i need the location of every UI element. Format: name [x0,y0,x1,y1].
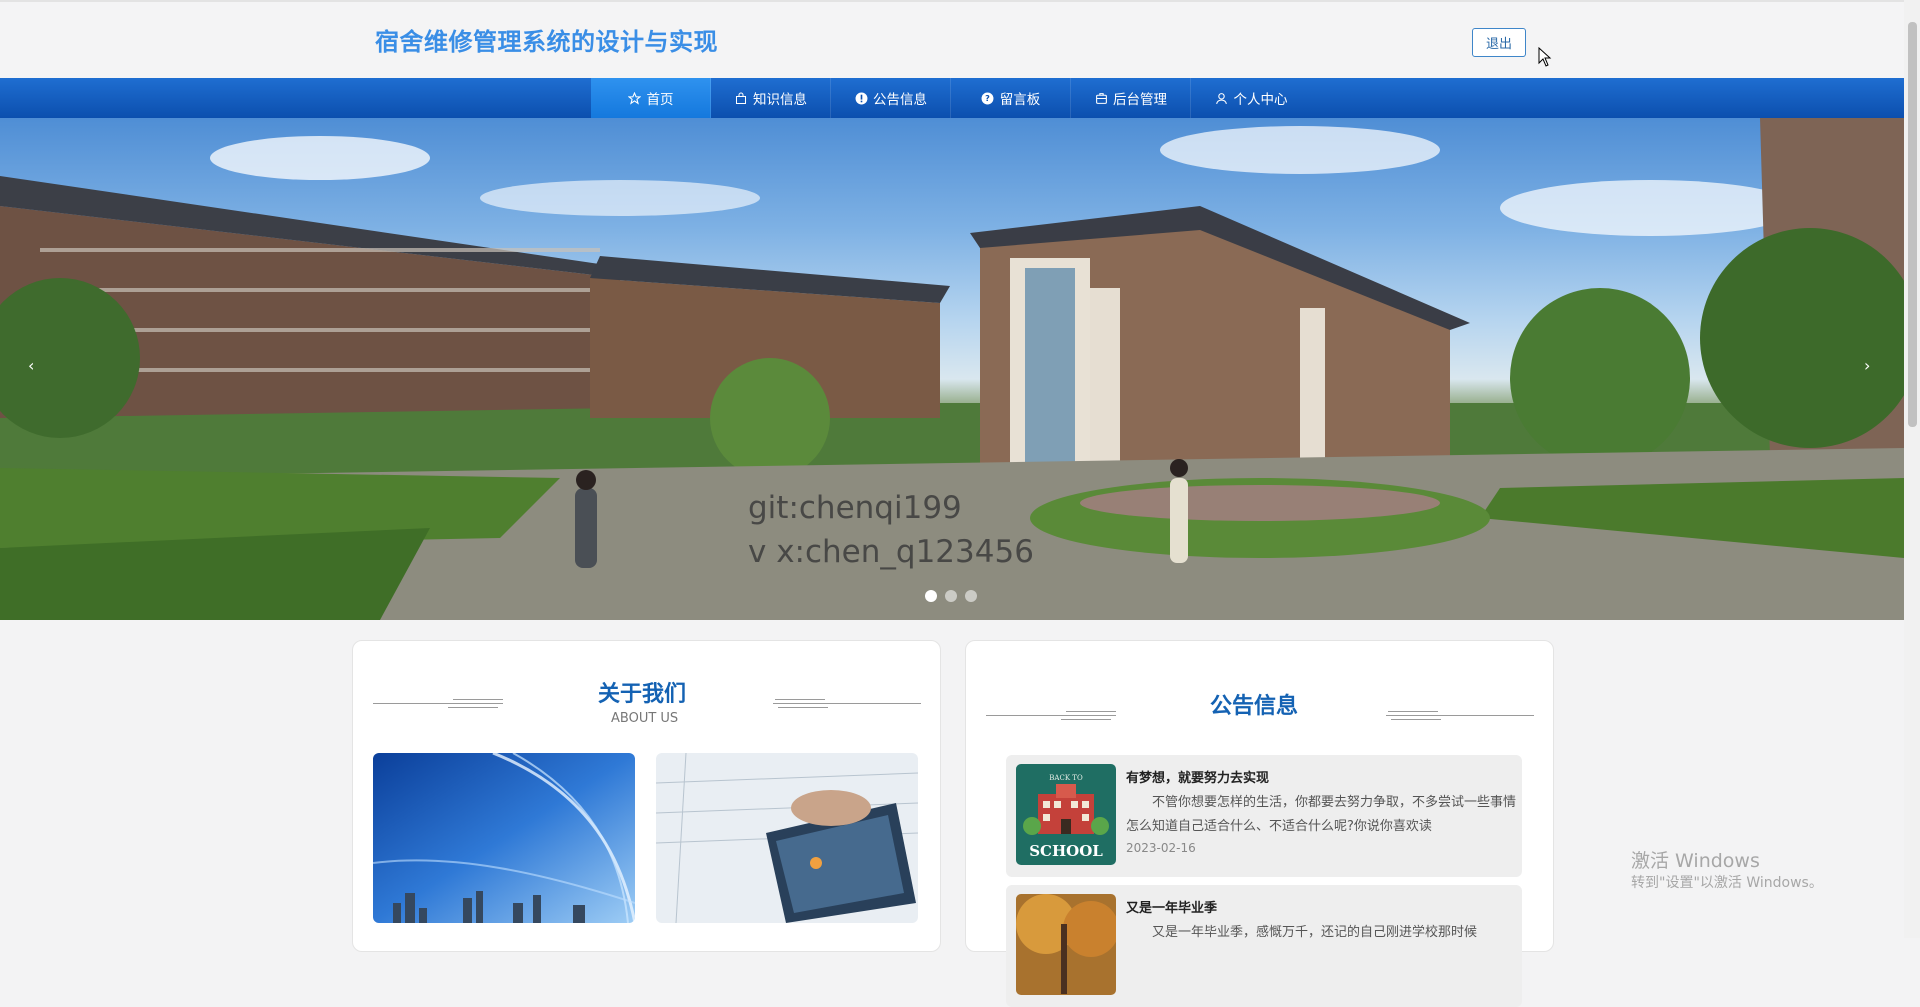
about-title: 关于我们 [598,682,687,707]
notice-item-title[interactable]: 又是一年毕业季 [1126,897,1217,916]
about-image-tablet [656,753,918,923]
notice-section: 公告信息 BACK TO SCHOOL 有梦想，就要努力去实现 不管你想要怎样的… [965,640,1554,1007]
about-image-blue [373,753,635,923]
notice-thumbnail: BACK TO SCHOOL [1016,764,1116,865]
divider [773,703,921,704]
notice-item-text: 不管你想要怎样的生活，你都要去努力争取，不多尝试一些事情怎么知道自己适合什么、不… [1126,795,1517,834]
nav-item-admin[interactable]: 后台管理 [1071,78,1191,118]
banner-watermark-git: git:chenqi199 [748,490,962,526]
nav-item-home[interactable]: 首页 [591,78,711,118]
divider [775,699,825,700]
carousel-dot[interactable] [925,590,937,602]
banner-watermark-wechat: v x:chen_q123456 [748,534,1034,570]
nav-item-notice[interactable]: 公告信息 [831,78,951,118]
briefcase-icon [1094,91,1108,105]
divider [986,715,1116,716]
divider [1388,711,1438,712]
nav-label: 首页 [646,92,674,108]
divider [1391,719,1441,720]
question-icon: ? [981,91,995,105]
carousel-next-button[interactable]: › [1864,356,1870,375]
divider [448,707,498,708]
nav-label: 个人中心 [1233,92,1288,108]
page-scrollbar[interactable] [1904,0,1920,938]
site-header: 宿舍维修管理系统的设计与实现 退出 [0,0,1904,80]
notice-item-title[interactable]: 有梦想，就要努力去实现 [1126,767,1269,786]
logout-button[interactable]: 退出 [1472,28,1526,57]
windows-activation-hint: 转到"设置"以激活 Windows。 [1631,875,1823,891]
nav-item-knowledge[interactable]: 知识信息 [711,78,831,118]
carousel-prev-button[interactable]: ‹ [28,356,34,375]
notice-item-date: 2023-02-16 [1126,841,1196,855]
thumb-caption: BACK TO [1049,774,1083,782]
info-icon [854,91,868,105]
nav-item-messages[interactable]: ? 留言板 [951,78,1071,118]
bag-icon [734,91,748,105]
divider [1066,711,1116,712]
star-icon [628,91,642,105]
divider [1061,719,1111,720]
divider [373,703,503,704]
nav-label: 公告信息 [873,92,927,108]
carousel-dot[interactable] [965,590,977,602]
nav-label: 后台管理 [1113,92,1167,108]
carousel-dot[interactable] [945,590,957,602]
nav-label: 留言板 [999,92,1041,108]
carousel-indicators [925,590,977,602]
thumb-title: SCHOOL [1029,842,1103,860]
scrollbar-thumb[interactable] [1908,22,1917,427]
main-nav: 首页 知识信息 公告信息 ? 留言板 后台管理 个人中心 [0,78,1904,118]
notice-item[interactable]: 又是一年毕业季 又是一年毕业季，感慨万千，还记的自己刚进学校那时候 [1006,885,1522,1007]
divider [1386,715,1534,716]
notice-item-text: 又是一年毕业季，感慨万千，还记的自己刚进学校那时候 [1152,925,1478,940]
mouse-cursor-icon [1538,47,1552,67]
nav-item-profile[interactable]: 个人中心 [1191,78,1311,118]
about-subtitle: ABOUT US [611,711,679,726]
about-section: 关于我们 ABOUT US [352,640,941,952]
notice-item[interactable]: BACK TO SCHOOL 有梦想，就要努力去实现 不管你想要怎样的生活，你都… [1006,755,1522,877]
notice-thumbnail [1016,894,1116,995]
banner-carousel[interactable]: git:chenqi199 v x:chen_q123456 ‹ › [0,118,1904,620]
notice-title: 公告信息 [1210,694,1299,719]
divider [453,699,503,700]
user-icon [1215,91,1229,105]
nav-label: 知识信息 [753,92,807,108]
windows-activation-title: 激活 Windows [1631,850,1760,872]
svg-text:?: ? [985,93,990,103]
divider [778,707,828,708]
site-title: 宿舍维修管理系统的设计与实现 [375,28,718,56]
